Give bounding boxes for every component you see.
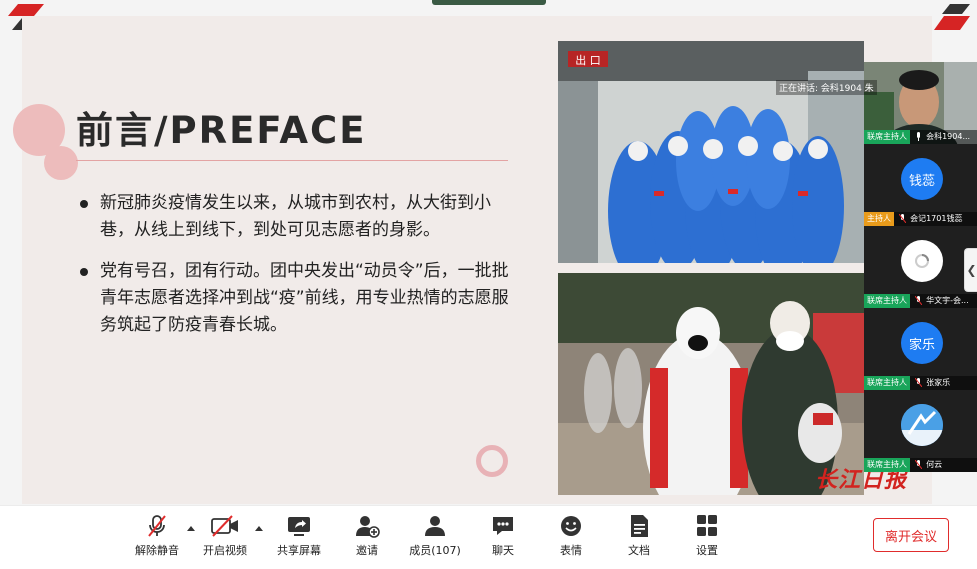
- bullet-item: 新冠肺炎疫情发生以来，从城市到农村，从大街到小巷，从线上到线下，到处可见志愿者的…: [80, 190, 512, 244]
- share-screen-icon: [288, 517, 310, 536]
- shared-screen: 前言/PREFACE 新冠肺炎疫情发生以来，从城市到农村，从大街到小巷，从线上到…: [0, 0, 977, 505]
- start-video-button[interactable]: 开启视频: [197, 514, 253, 564]
- invite-button[interactable]: 邀请: [339, 514, 395, 564]
- participant-info-bar: 联席主持人 华文宇-会...: [864, 294, 977, 308]
- video-off-icon: [211, 515, 238, 537]
- participant-tile[interactable]: 联席主持人 华文宇-会...: [864, 226, 977, 308]
- invite-label: 邀请: [356, 544, 378, 557]
- bullet-dot: [80, 200, 88, 208]
- participant-name: 何云: [926, 460, 943, 469]
- mic-muted-icon: [148, 515, 166, 537]
- documents-label: 文档: [628, 544, 650, 557]
- chevron-left-icon: ❮: [966, 263, 977, 277]
- role-tag: 联席主持人: [864, 294, 910, 308]
- role-tag: 主持人: [864, 212, 894, 226]
- leave-meeting-button[interactable]: 离开会议: [873, 518, 949, 552]
- participant-info-bar: 主持人 会记1701钱蕊: [864, 212, 977, 226]
- title-divider: [76, 160, 508, 161]
- speaking-indicator: 正在讲话: 会科1904 朱: [776, 80, 877, 95]
- start-video-label: 开启视频: [203, 544, 247, 557]
- participant-info-bar: 联席主持人 张家乐: [864, 376, 977, 390]
- participant-panel: 联席主持人 会科1904... 钱蕊 主持人 会记1701钱蕊 联席主持人 华文…: [776, 62, 977, 472]
- add-user-icon: [356, 516, 380, 538]
- role-tag: 联席主持人: [864, 130, 910, 144]
- documents-button[interactable]: 文档: [611, 514, 667, 564]
- avatar: 钱蕊: [901, 158, 943, 200]
- chat-label: 聊天: [492, 544, 514, 557]
- slide-title: 前言/PREFACE: [76, 109, 367, 152]
- avatar: [901, 404, 943, 446]
- unmute-button[interactable]: 解除静音: [129, 514, 185, 564]
- members-button[interactable]: 成员(107): [407, 514, 463, 564]
- chat-button[interactable]: 聊天: [475, 514, 531, 564]
- exit-sign-text: 出 口: [575, 53, 601, 67]
- volunteers-photo: 出 口: [558, 41, 864, 263]
- participant-info-bar: 联席主持人 何云: [864, 458, 977, 472]
- bullet-text: 党有号召，团有行动。团中央发出“动员令”后，一批批青年志愿者选择冲到战“疫”前线…: [100, 261, 509, 335]
- role-tag: 联席主持人: [864, 376, 910, 390]
- avatar: [901, 240, 943, 282]
- role-tag: 联席主持人: [864, 458, 910, 472]
- bullet-text: 新冠肺炎疫情发生以来，从城市到农村，从大街到小巷，从线上到线下，到处可见志愿者的…: [100, 193, 491, 240]
- avatar: 家乐: [901, 322, 943, 364]
- share-indicator[interactable]: [432, 0, 546, 5]
- grid-settings-icon: [697, 515, 717, 536]
- unmute-label: 解除静音: [135, 544, 179, 557]
- audio-options-caret[interactable]: [187, 526, 195, 531]
- mic-off-icon: [914, 378, 922, 387]
- settings-button[interactable]: 设置: [679, 514, 735, 564]
- document-icon: [631, 515, 648, 537]
- bullet-dot: [80, 268, 88, 276]
- decor-circle-small: [44, 146, 78, 180]
- share-screen-label: 共享屏幕: [277, 544, 321, 557]
- decor-ring: [476, 445, 508, 477]
- members-label: 成员(107): [409, 544, 461, 557]
- video-options-caret[interactable]: [255, 526, 263, 531]
- bullet-item: 党有号召，团有行动。团中央发出“动员令”后，一批批青年志愿者选择冲到战“疫”前线…: [80, 258, 512, 339]
- participant-info-bar: 联席主持人 会科1904...: [864, 130, 977, 144]
- participant-name: 张家乐: [926, 378, 951, 387]
- members-icon: [425, 516, 445, 536]
- reactions-button[interactable]: 表情: [543, 514, 599, 564]
- mic-off-icon: [914, 296, 922, 305]
- participant-tile[interactable]: 联席主持人 会科1904...: [864, 62, 977, 144]
- corner-stripe-right: [934, 4, 970, 30]
- reactions-label: 表情: [560, 544, 582, 557]
- emoji-icon: [561, 516, 581, 536]
- avatar-image: [901, 404, 943, 446]
- loading-spinner-icon: [915, 254, 929, 268]
- mic-icon: [916, 132, 920, 141]
- collapse-panel-button[interactable]: ❮: [964, 248, 977, 292]
- mic-off-icon: [898, 214, 906, 223]
- participant-name: 华文宇-会...: [926, 296, 969, 305]
- chat-icon: [493, 517, 513, 535]
- participant-name: 会记1701钱蕊: [910, 214, 963, 223]
- participant-tile[interactable]: 家乐 联席主持人 张家乐: [864, 308, 977, 390]
- settings-label: 设置: [696, 544, 718, 557]
- participant-tile[interactable]: 联席主持人 何云: [864, 390, 977, 472]
- mic-off-icon: [914, 460, 922, 469]
- participant-name: 会科1904...: [926, 132, 971, 141]
- share-screen-button[interactable]: 共享屏幕: [271, 514, 327, 564]
- participant-tile[interactable]: 钱蕊 主持人 会记1701钱蕊: [864, 144, 977, 226]
- meeting-toolbar: 解除静音 开启视频 共享屏幕 邀请 成员(107) 聊天 表情 文档 设置 离开…: [0, 505, 977, 569]
